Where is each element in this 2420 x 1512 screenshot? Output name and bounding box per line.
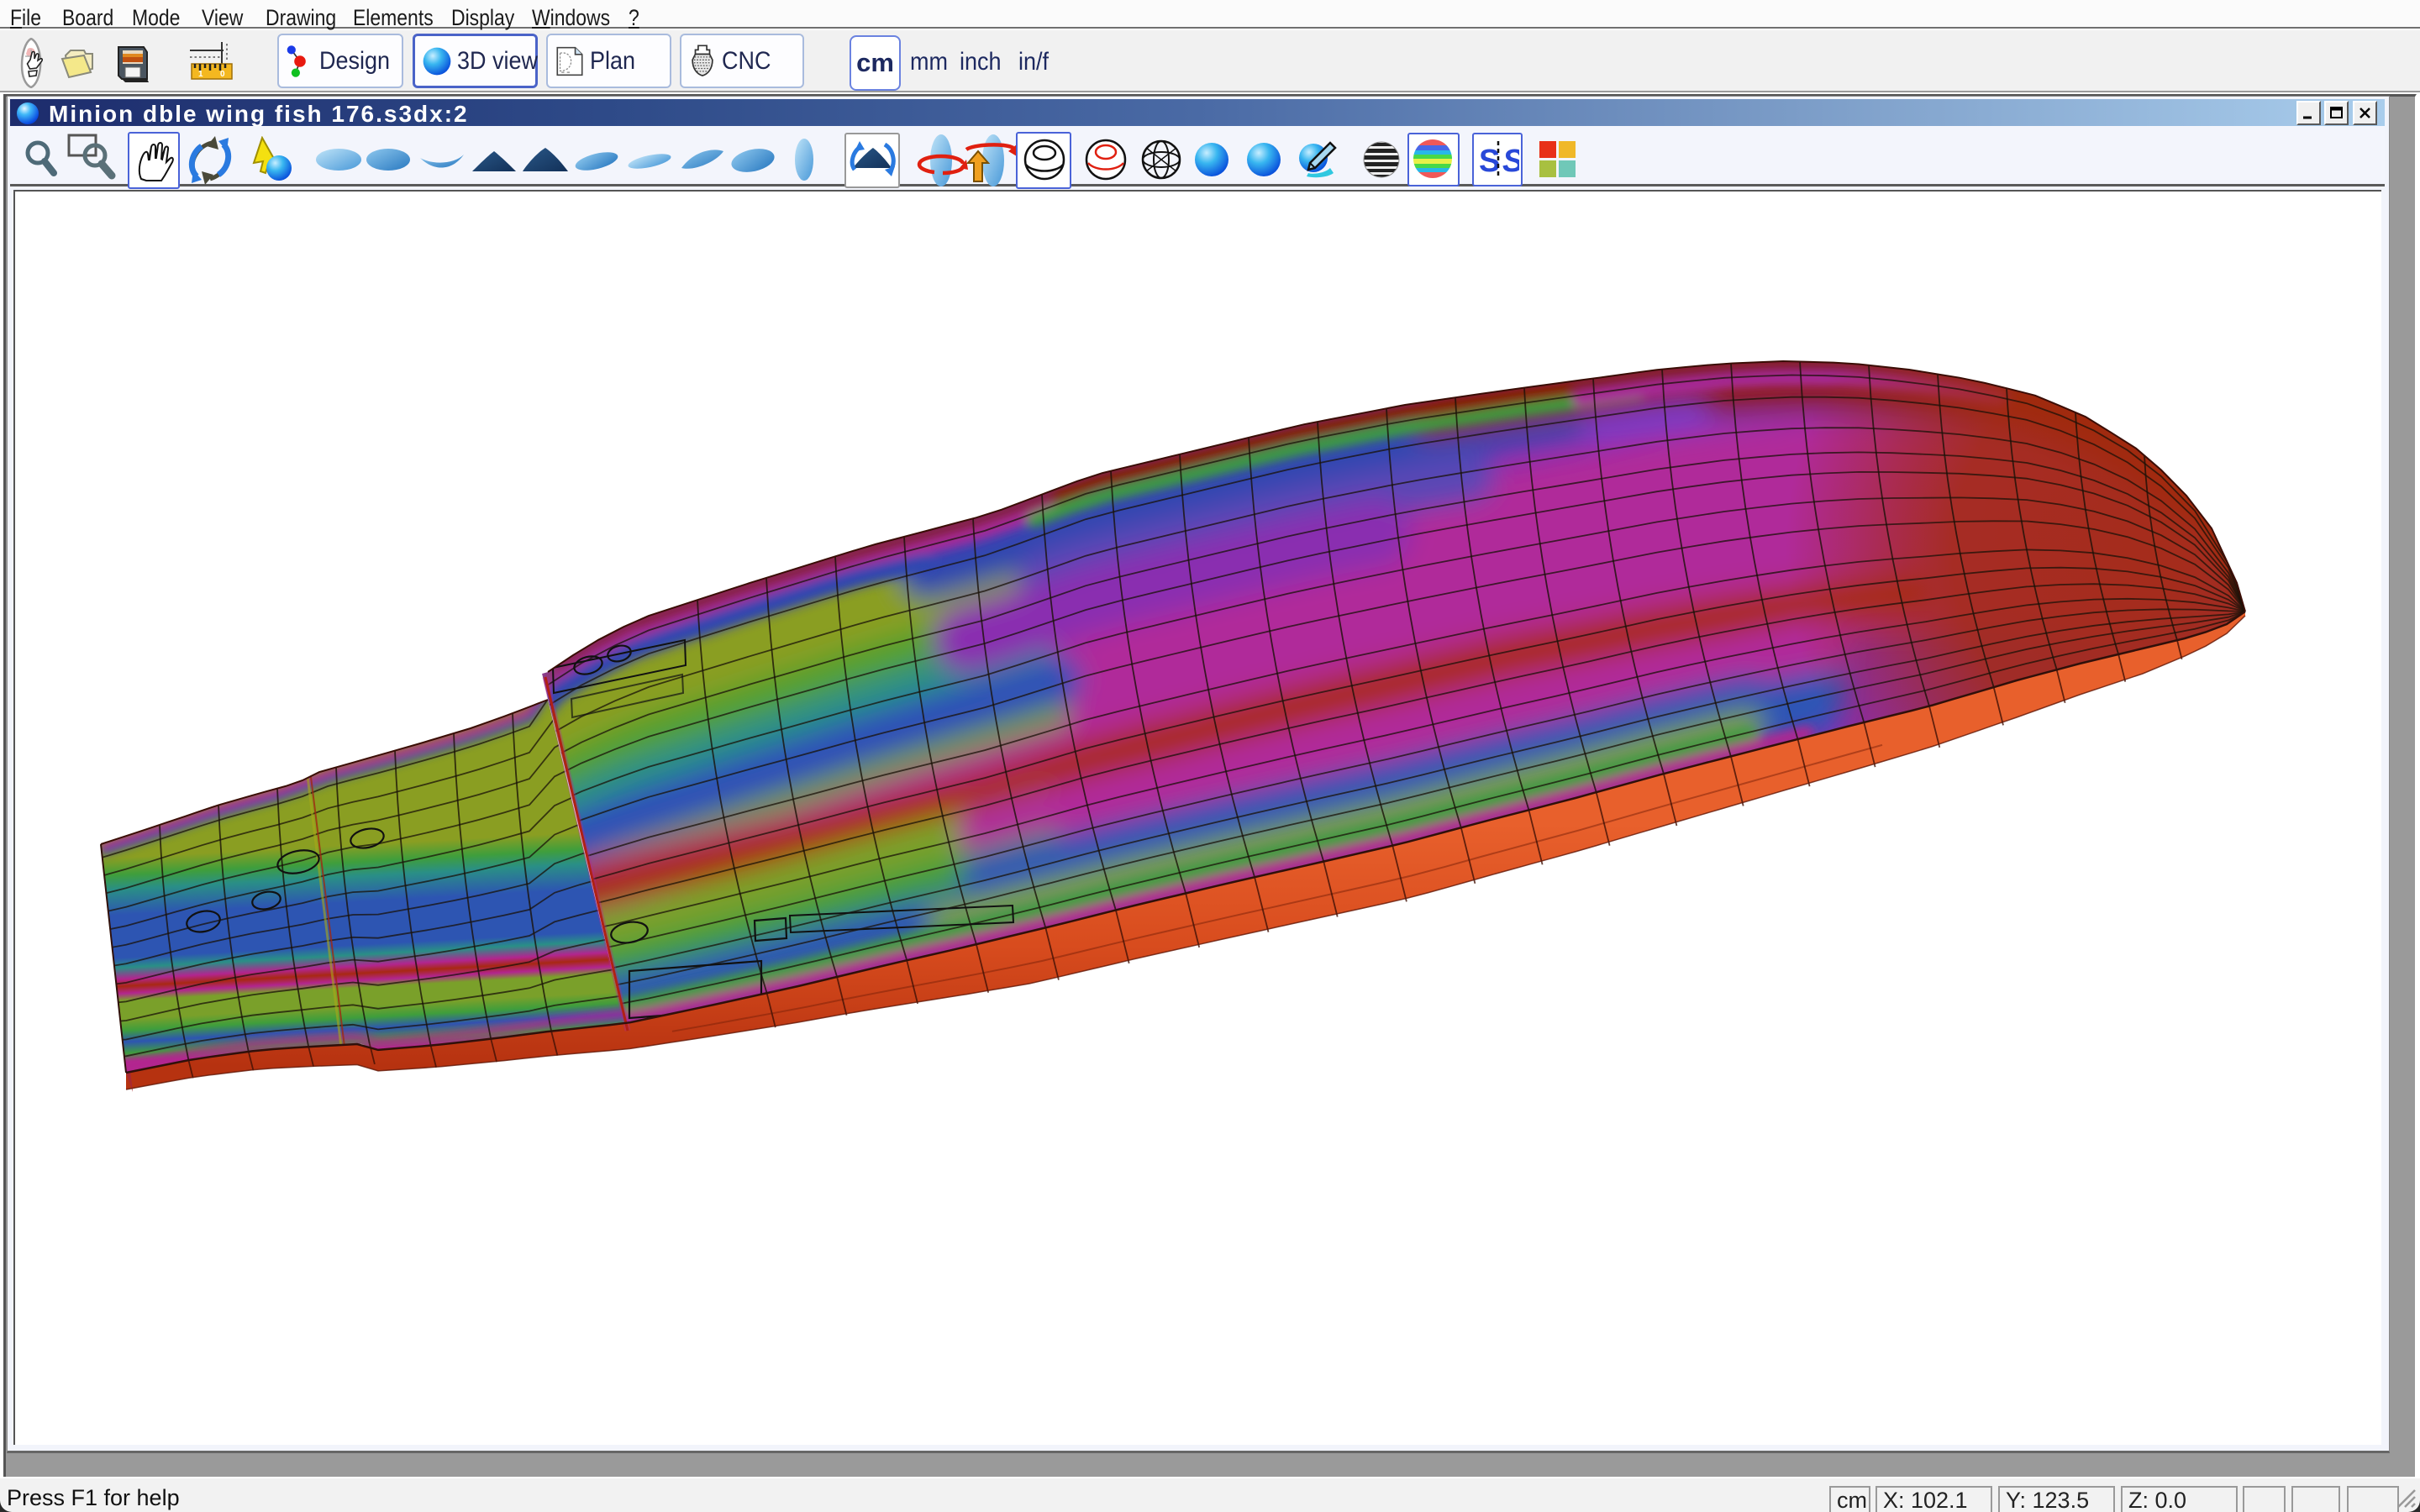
svg-text:1: 1: [198, 70, 203, 79]
svg-text:0: 0: [220, 70, 225, 79]
svg-text:S: S: [1502, 144, 1519, 179]
svg-text:S: S: [1479, 144, 1500, 179]
